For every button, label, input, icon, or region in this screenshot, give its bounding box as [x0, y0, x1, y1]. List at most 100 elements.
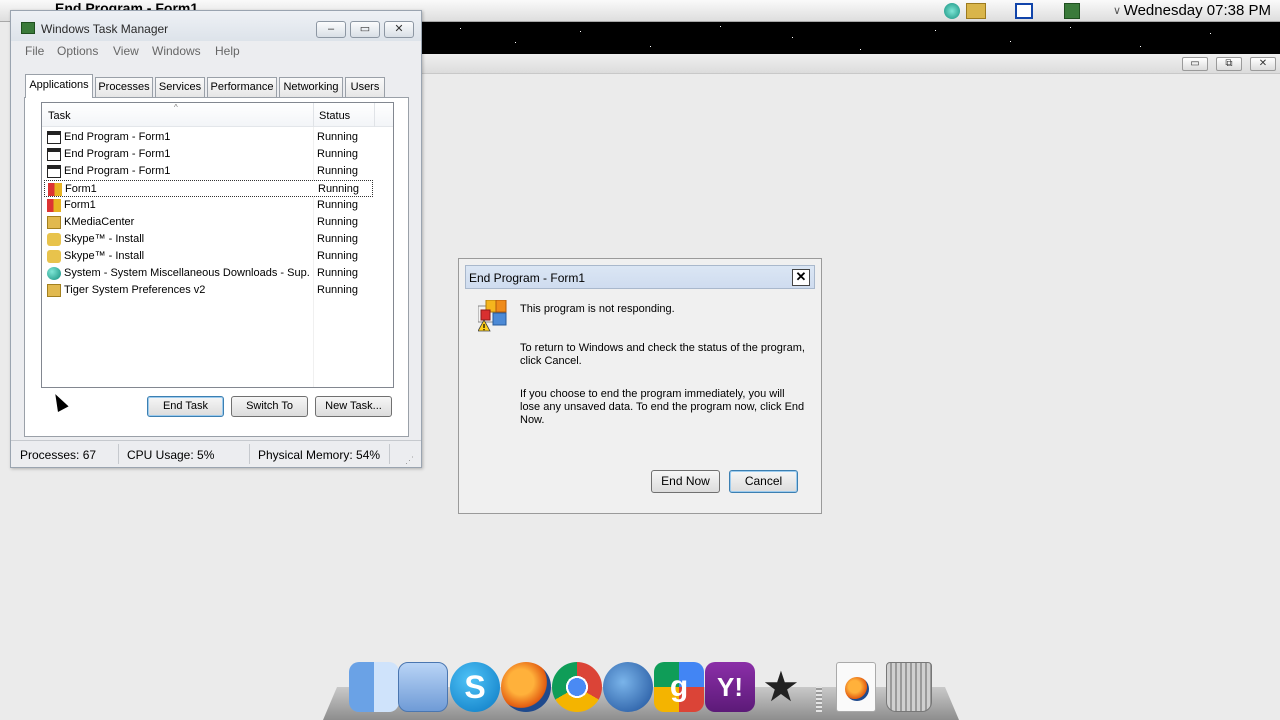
menu-options[interactable]: Options [57, 44, 98, 58]
menu-file[interactable]: File [25, 44, 44, 58]
background-restore-button[interactable]: ⧉ [1216, 57, 1242, 71]
globe-icon [47, 267, 61, 280]
task-row[interactable]: End Program - Form1 Running [44, 129, 373, 146]
task-name: Tiger System Preferences v2 [64, 284, 206, 296]
task-manager-window: Windows Task Manager – ▭ ✕ File Options … [10, 10, 422, 468]
switch-to-button[interactable]: Switch To [231, 396, 308, 417]
status-divider [249, 444, 250, 464]
google-icon[interactable]: g [654, 662, 704, 712]
tab-applications[interactable]: Applications [25, 74, 93, 98]
task-manager-status-bar: Processes: 67 CPU Usage: 5% Physical Mem… [11, 440, 421, 467]
end-program-dialog: End Program - Form1 ✕ This program is no… [458, 258, 822, 514]
window-icon [47, 148, 61, 161]
chevron-down-icon[interactable]: ∨ [1113, 4, 1121, 20]
task-status: Running [317, 131, 358, 143]
skype-install-icon [47, 250, 61, 263]
end-now-button[interactable]: End Now [651, 470, 720, 493]
window-icon [47, 165, 61, 178]
task-manager-tray-icon[interactable] [1064, 3, 1080, 19]
background-minimize-button[interactable]: ▭ [1182, 57, 1208, 71]
task-row[interactable]: Form1 Running [44, 197, 373, 214]
network-status-icon[interactable] [944, 3, 960, 19]
task-name: Form1 [64, 199, 96, 211]
task-status: Running [317, 216, 358, 228]
tab-users[interactable]: Users [345, 77, 385, 97]
trash-icon[interactable] [886, 662, 932, 712]
network-app-icon[interactable] [398, 662, 448, 712]
tab-services[interactable]: Services [155, 77, 205, 97]
task-name: Skype™ - Install [64, 250, 145, 262]
physical-memory: Physical Memory: 54% [258, 448, 381, 462]
folder-tray-icon[interactable] [966, 3, 986, 19]
folder-icon [47, 284, 61, 297]
dialog-titlebar[interactable]: End Program - Form1 [465, 265, 815, 289]
task-row[interactable]: Tiger System Preferences v2 Running [44, 282, 373, 299]
task-status: Running [317, 233, 358, 245]
list-header: Task ^ Status [42, 103, 393, 127]
menu-view[interactable]: View [113, 44, 139, 58]
return-message: To return to Windows and check the statu… [520, 342, 805, 367]
column-header-task[interactable]: Task [48, 110, 71, 122]
tab-performance[interactable]: Performance [207, 77, 277, 97]
task-name: End Program - Form1 [64, 131, 171, 143]
task-name: End Program - Form1 [64, 165, 171, 177]
column-divider[interactable] [374, 103, 375, 127]
end-task-button[interactable]: End Task [147, 396, 224, 417]
end-now-message: If you choose to end the program immedia… [520, 388, 805, 426]
sort-arrow-icon: ^ [174, 103, 178, 112]
maximize-button[interactable]: ▭ [350, 21, 380, 38]
warning-program-icon [478, 300, 507, 332]
menu-help[interactable]: Help [215, 44, 240, 58]
background-close-button[interactable]: ✕ [1250, 57, 1276, 71]
folder-icon [47, 216, 61, 229]
form-icon [48, 183, 62, 196]
thunderbird-icon[interactable] [603, 662, 653, 712]
column-divider[interactable] [313, 103, 314, 127]
task-name: End Program - Form1 [64, 148, 171, 160]
menu-windows[interactable]: Windows [152, 44, 201, 58]
task-name: Form1 [65, 183, 97, 195]
chrome-icon[interactable] [552, 662, 602, 712]
finder-icon[interactable] [349, 662, 399, 712]
skype-icon[interactable]: S [450, 662, 500, 712]
task-status: Running [317, 199, 358, 211]
cancel-button[interactable]: Cancel [729, 470, 798, 493]
dialog-close-button[interactable]: ✕ [792, 269, 810, 286]
cpu-usage: CPU Usage: 5% [127, 448, 215, 462]
yahoo-messenger-icon[interactable]: Y! [705, 662, 755, 712]
skype-install-icon [47, 233, 61, 246]
task-row[interactable]: Skype™ - Install Running [44, 248, 373, 265]
task-row[interactable]: End Program - Form1 Running [44, 163, 373, 180]
task-status: Running [317, 267, 358, 279]
menu-bar-clock[interactable]: Wednesday 07:38 PM [1124, 2, 1271, 20]
firefox-icon[interactable] [501, 662, 551, 712]
close-button[interactable]: ✕ [384, 21, 414, 38]
task-row[interactable]: End Program - Form1 Running [44, 146, 373, 163]
firefox-document-icon[interactable] [836, 662, 876, 712]
task-status: Running [317, 165, 358, 177]
tab-networking[interactable]: Networking [279, 77, 343, 97]
applications-list[interactable]: Task ^ Status End Program - Form1 Runnin… [41, 102, 394, 388]
task-name: System - System Miscellaneous Downloads … [64, 267, 309, 279]
dialog-title: End Program - Form1 [469, 271, 586, 285]
imovie-star-icon[interactable]: ★ [756, 662, 806, 712]
window-icon [47, 131, 61, 144]
not-responding-message: This program is not responding. [520, 303, 675, 315]
task-status: Running [317, 250, 358, 262]
task-name: Skype™ - Install [64, 233, 145, 245]
task-row[interactable]: KMediaCenter Running [44, 214, 373, 231]
task-manager-titlebar[interactable]: Windows Task Manager – ▭ ✕ [11, 11, 421, 41]
task-name: KMediaCenter [64, 216, 135, 228]
display-tray-icon[interactable] [1015, 3, 1033, 19]
status-divider [118, 444, 119, 464]
task-row-selected[interactable]: Form1 Running [44, 180, 373, 197]
task-manager-app-icon [21, 22, 35, 34]
desktop-wallpaper [420, 22, 1280, 54]
minimize-button[interactable]: – [316, 21, 346, 38]
task-row[interactable]: System - System Miscellaneous Downloads … [44, 265, 373, 282]
tab-processes[interactable]: Processes [95, 77, 153, 97]
column-header-status[interactable]: Status [319, 110, 350, 122]
resize-grip-icon[interactable]: ⋰ [405, 455, 414, 466]
new-task-button[interactable]: New Task... [315, 396, 392, 417]
task-row[interactable]: Skype™ - Install Running [44, 231, 373, 248]
